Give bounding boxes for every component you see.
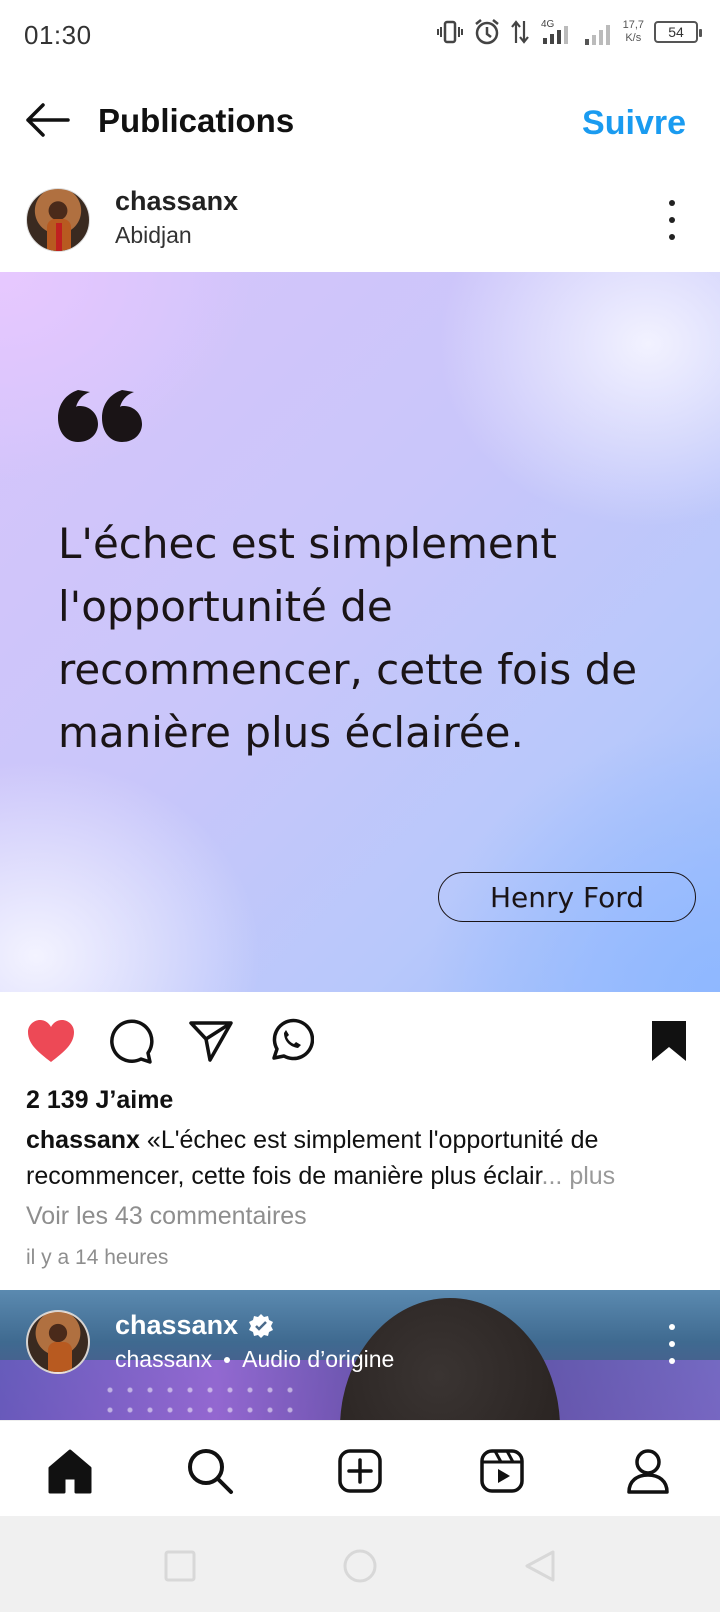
home-icon <box>48 1449 92 1494</box>
back-system-button[interactable] <box>520 1546 560 1586</box>
signal-icon <box>584 25 610 45</box>
caption-ellipsis: ... <box>541 1162 563 1190</box>
bottom-navigation <box>0 1420 720 1516</box>
next-post-sub-user[interactable]: chassanx <box>115 1346 212 1373</box>
author-label: Henry Ford <box>438 872 696 922</box>
next-post-more-button[interactable] <box>662 1324 682 1364</box>
heart-icon <box>28 1020 74 1062</box>
post-username[interactable]: chassanx <box>115 186 238 217</box>
battery-level: 54 <box>668 24 684 40</box>
audio-label[interactable]: Audio d’origine <box>242 1346 394 1373</box>
more-icon <box>669 200 675 206</box>
send-icon <box>189 1021 233 1062</box>
post-timestamp: il y a 14 heures <box>26 1246 169 1269</box>
comment-icon <box>110 1019 154 1064</box>
nav-profile[interactable] <box>620 1443 676 1499</box>
signal-4g-icon: 4G <box>541 19 568 44</box>
likes-count[interactable]: 2 139 J’aime <box>26 1086 173 1115</box>
nav-create[interactable] <box>332 1443 388 1499</box>
vibrate-icon <box>436 20 463 44</box>
create-icon <box>338 1449 382 1493</box>
next-post-username: chassanx <box>115 1310 239 1340</box>
follow-button[interactable]: Suivre <box>582 104 686 143</box>
speed-unit: K/s <box>625 32 642 44</box>
like-button[interactable] <box>24 1014 78 1068</box>
square-icon <box>164 1550 196 1582</box>
nav-search[interactable] <box>182 1443 238 1499</box>
whatsapp-icon <box>272 1018 314 1061</box>
data-transfer-icon <box>510 20 529 44</box>
comment-button[interactable] <box>104 1014 158 1068</box>
reels-icon <box>480 1449 524 1493</box>
more-options-button[interactable] <box>662 200 682 240</box>
bookmark-icon <box>652 1021 686 1061</box>
status-bar: 01:30 4G 17,7 K/s 54 <box>0 0 720 74</box>
quote-text: L'échec est simplement l'opportunité de … <box>58 519 638 757</box>
next-post-user[interactable]: chassanx <box>115 1310 274 1341</box>
more-icon <box>669 1324 675 1330</box>
back-button[interactable] <box>22 98 72 142</box>
svg-text:4G: 4G <box>541 19 555 30</box>
post-caption: chassanx «L'échec est simplement l'oppor… <box>26 1122 706 1194</box>
separator-dot <box>224 1356 231 1363</box>
network-speed: 17,7 K/s <box>623 19 644 45</box>
whatsapp-button[interactable] <box>264 1014 318 1068</box>
next-post-avatar[interactable] <box>26 1310 90 1374</box>
status-icons: 4G 17,7 K/s 54 <box>436 18 702 46</box>
triangle-back-icon <box>525 1550 555 1582</box>
alarm-icon <box>474 19 499 45</box>
verified-badge-icon <box>249 1313 274 1338</box>
circle-icon <box>343 1549 377 1583</box>
caption-username[interactable]: chassanx <box>26 1126 140 1154</box>
avatar[interactable] <box>26 188 90 252</box>
next-post-preview[interactable]: chassanx chassanx Audio d’origine <box>0 1290 720 1420</box>
recent-apps-button[interactable] <box>160 1546 200 1586</box>
save-button[interactable] <box>642 1014 696 1068</box>
top-header: Publications Suivre <box>0 74 720 174</box>
status-time: 01:30 <box>24 20 92 50</box>
post-image[interactable]: L'échec est simplement l'opportunité de … <box>0 272 720 992</box>
next-post-subtitle: chassanx Audio d’origine <box>115 1346 394 1373</box>
caption-more-link[interactable]: plus <box>569 1162 615 1190</box>
battery-icon: 54 <box>654 21 702 43</box>
nav-reels[interactable] <box>474 1443 530 1499</box>
quote-icon <box>58 390 142 442</box>
post-location[interactable]: Abidjan <box>115 222 192 249</box>
nav-home[interactable] <box>42 1443 98 1499</box>
post-header: chassanx Abidjan <box>0 178 720 272</box>
profile-icon <box>627 1449 669 1494</box>
view-comments-link[interactable]: Voir les 43 commentaires <box>26 1202 307 1231</box>
arrow-left-icon <box>26 103 70 137</box>
home-system-button[interactable] <box>340 1546 380 1586</box>
speed-value: 17,7 <box>622 19 644 31</box>
background-lights <box>100 1380 300 1420</box>
share-button[interactable] <box>184 1014 238 1068</box>
search-icon <box>188 1449 233 1494</box>
system-navigation <box>0 1516 720 1612</box>
post-actions <box>0 992 720 1088</box>
page-title: Publications <box>98 102 295 139</box>
